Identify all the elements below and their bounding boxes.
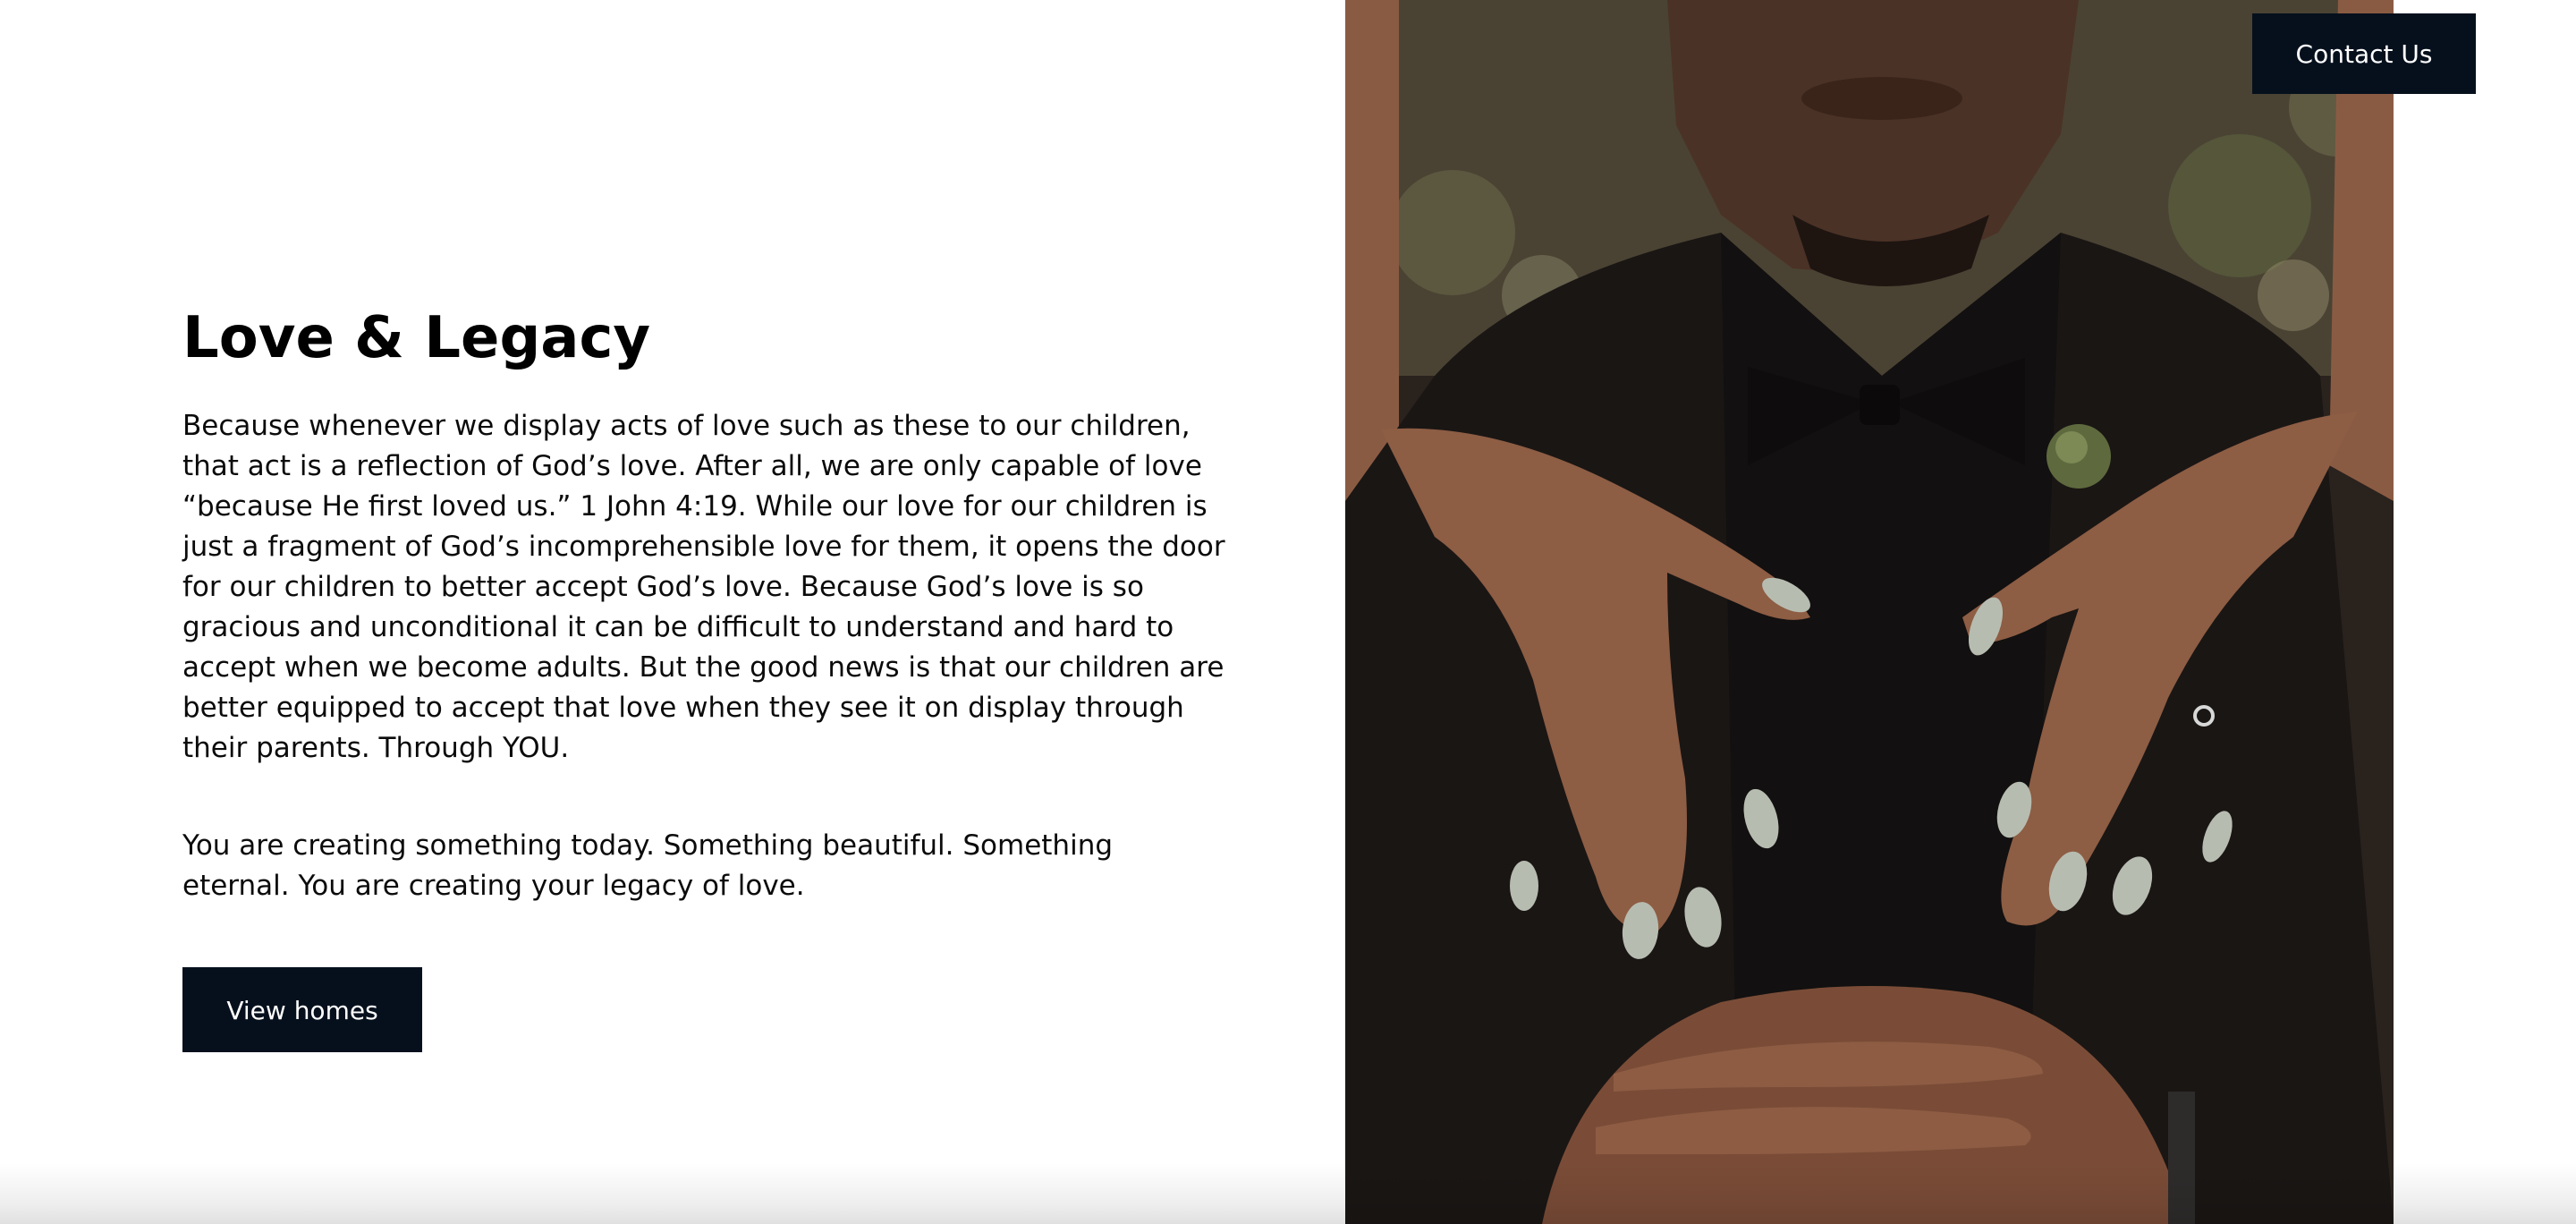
page-title: Love & Legacy: [182, 305, 651, 371]
body-paragraph-1: Because whenever we display acts of love…: [182, 410, 1225, 764]
page: Love & Legacy Because whenever we displa…: [0, 0, 2576, 1224]
contact-us-button[interactable]: Contact Us: [2252, 13, 2476, 94]
content-section: Love & Legacy Because whenever we displa…: [182, 301, 1238, 1052]
view-homes-button[interactable]: View homes: [182, 967, 422, 1052]
body-paragraph-2: You are creating something today. Someth…: [182, 829, 1114, 902]
couple-photo: [1345, 0, 2394, 1224]
